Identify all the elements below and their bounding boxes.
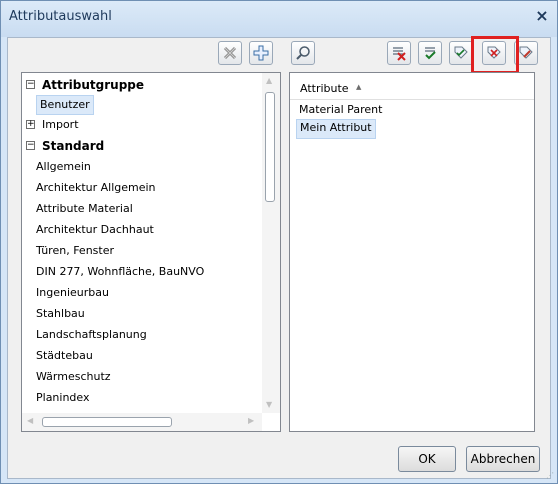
attribute-list[interactable]: Attribute ▲ Material Parent Mein Attribu…: [289, 72, 535, 432]
search-button[interactable]: [291, 41, 315, 65]
tree-item[interactable]: Stahlbau: [22, 304, 262, 324]
expand-icon[interactable]: +: [26, 120, 35, 129]
tree-item[interactable]: Architektur Dachhaut: [22, 220, 262, 240]
tree-item[interactable]: Türen, Fenster: [22, 241, 262, 261]
tree-item-label: Attribute Material: [36, 202, 133, 215]
highlight-box: [471, 36, 519, 74]
add-icon: [253, 45, 269, 61]
column-header-attribute[interactable]: Attribute ▲: [290, 79, 534, 100]
tree-item-label: Planindex: [36, 391, 90, 404]
deselect-all-icon: [393, 47, 406, 61]
tree-item[interactable]: Landschaftsplanung: [22, 325, 262, 345]
sort-ascending-icon: ▲: [356, 83, 362, 91]
tree-group-attributgruppe[interactable]: − Attributgruppe: [22, 75, 262, 95]
title-bar[interactable]: Attributauswahl ×: [1, 1, 557, 37]
tree-item[interactable]: Wärmeschutz: [22, 367, 262, 387]
tree-item-label: Landschaftsplanung: [36, 328, 147, 341]
vertical-scroll-thumb[interactable]: [265, 92, 275, 202]
vertical-scrollbar[interactable]: ▲ ▼: [262, 73, 280, 413]
scroll-left-icon[interactable]: ◀: [27, 416, 33, 425]
tree-item-label: Ingenieurbau: [36, 286, 109, 299]
ok-button[interactable]: OK: [398, 446, 456, 472]
horizontal-scrollbar[interactable]: ◀ ▶: [22, 413, 262, 431]
deselect-all-button[interactable]: [387, 41, 411, 65]
tag-pencil-icon: [519, 46, 533, 59]
scroll-right-icon[interactable]: ▶: [248, 416, 254, 425]
tree-group-import[interactable]: + Import: [22, 115, 262, 135]
horizontal-scroll-thumb[interactable]: [42, 417, 172, 427]
tree-item-label: Allgemein: [36, 160, 91, 173]
select-all-button[interactable]: [418, 41, 442, 65]
tree-item-label: DIN 277, Wohnfläche, BauNVO: [36, 265, 205, 278]
close-icon[interactable]: ×: [533, 7, 551, 25]
tree-item-benutzer[interactable]: Benutzer: [22, 95, 262, 115]
column-header-label: Attribute: [300, 82, 349, 95]
tree-item[interactable]: Allgemein: [22, 157, 262, 177]
tree-item-label: Stahlbau: [36, 307, 85, 320]
scroll-up-icon[interactable]: ▲: [266, 76, 272, 85]
attribute-group-tree[interactable]: − Attributgruppe Benutzer + Import − Sta…: [21, 72, 281, 432]
tree-item[interactable]: Planindex: [22, 388, 262, 408]
tree-item[interactable]: Architektur Allgemein: [22, 178, 262, 198]
attribute-item-selected[interactable]: Mein Attribut: [296, 119, 376, 139]
tag-check-button[interactable]: [449, 41, 473, 65]
tree-item-label: Architektur Dachhaut: [36, 223, 154, 236]
scroll-down-icon[interactable]: ▼: [266, 400, 272, 409]
tree-item[interactable]: DIN 277, Wohnfläche, BauNVO: [22, 262, 262, 282]
tree-item-label: Wärmeschutz: [36, 370, 111, 383]
tree-group-label: Standard: [42, 139, 105, 153]
tree-item-label: Benutzer: [36, 95, 94, 115]
collapse-icon[interactable]: −: [26, 80, 35, 89]
resize-grip-icon[interactable]: ⋰: [546, 471, 554, 480]
tree-group-standard[interactable]: − Standard: [22, 136, 262, 156]
tag-check-icon: [454, 46, 468, 59]
tree-item-label: Türen, Fenster: [36, 244, 114, 257]
tree-item-label: Städtebau: [36, 349, 93, 362]
tree-item[interactable]: Ingenieurbau: [22, 283, 262, 303]
delete-button[interactable]: [218, 41, 242, 65]
select-all-icon: [425, 47, 436, 60]
dialog-window: Attributauswahl × − Attributgruppe Benut…: [0, 0, 558, 484]
tree-group-label: Import: [42, 118, 79, 131]
delete-icon: [223, 46, 237, 60]
attribute-item[interactable]: Material Parent: [296, 101, 385, 119]
tree-group-label: Attributgruppe: [42, 78, 145, 92]
window-title: Attributauswahl: [9, 9, 112, 24]
collapse-icon[interactable]: −: [26, 141, 35, 150]
add-button[interactable]: [249, 41, 273, 65]
tree-item[interactable]: Städtebau: [22, 346, 262, 366]
search-icon: [296, 46, 310, 60]
cancel-button[interactable]: Abbrechen: [466, 446, 540, 472]
tree-item-label: Architektur Allgemein: [36, 181, 156, 194]
tree-item[interactable]: Attribute Material: [22, 199, 262, 219]
